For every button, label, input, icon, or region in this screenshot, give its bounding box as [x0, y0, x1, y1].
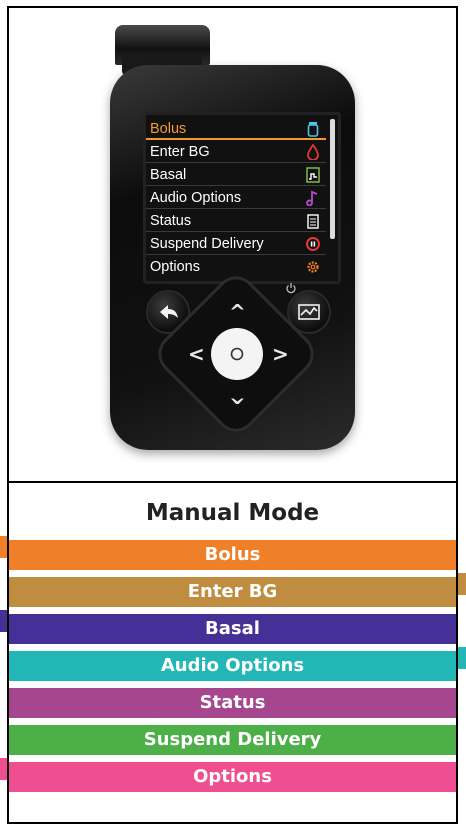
divider [9, 481, 456, 483]
mode-title: Manual Mode [145, 500, 320, 526]
pump-photo [9, 8, 456, 481]
reference-card: Manual Mode Bolus Enter BG Basal Audio O… [7, 6, 458, 824]
legend-list: Bolus Enter BG Basal Audio Options Statu… [9, 540, 456, 799]
legend-item-basal[interactable]: Basal [9, 614, 456, 644]
legend-item-audio-options[interactable]: Audio Options [9, 651, 456, 681]
legend-item-bolus[interactable]: Bolus [9, 540, 456, 570]
legend-item-suspend-delivery[interactable]: Suspend Delivery [9, 725, 456, 755]
legend-item-status[interactable]: Status [9, 688, 456, 718]
legend-item-options[interactable]: Options [9, 762, 456, 792]
legend-item-enter-bg[interactable]: Enter BG [9, 577, 456, 607]
